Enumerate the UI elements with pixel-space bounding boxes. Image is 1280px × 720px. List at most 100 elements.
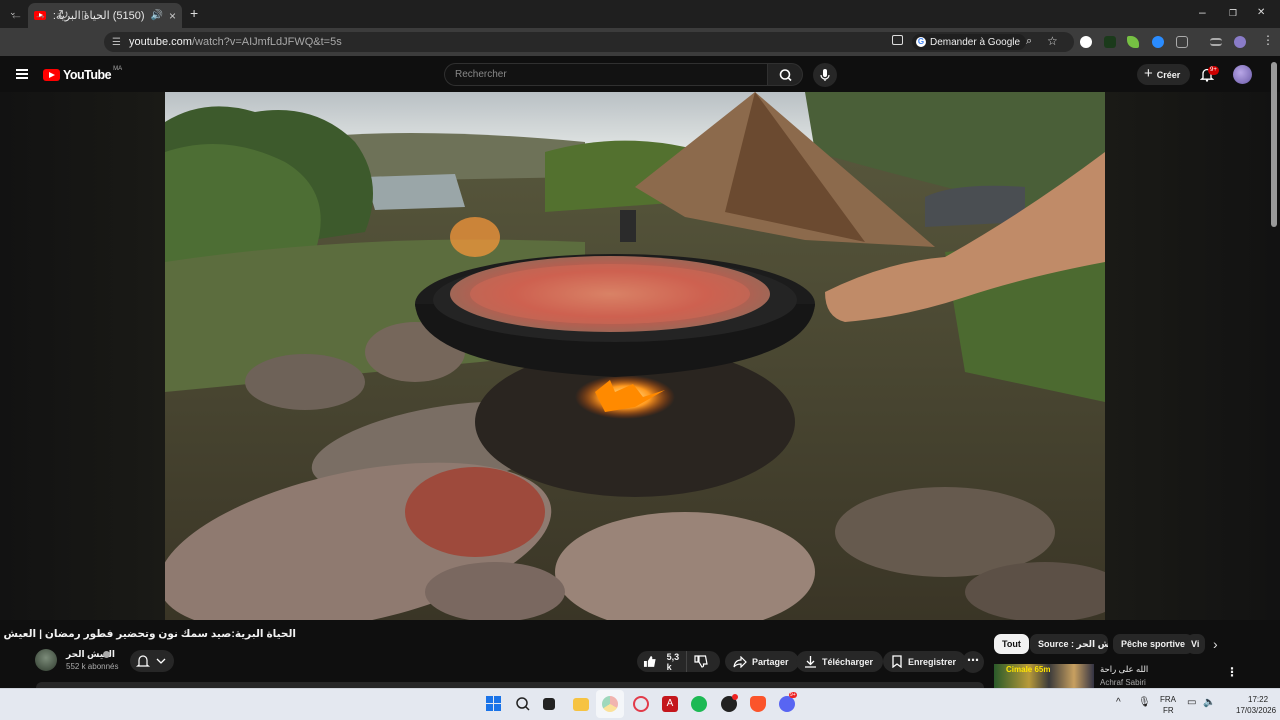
- clock-time[interactable]: 17:22: [1248, 695, 1268, 704]
- app-dark-badge: [732, 694, 738, 700]
- tray-show-hidden-icon[interactable]: ^: [1116, 697, 1121, 708]
- site-info-icon[interactable]: ☰: [112, 37, 121, 48]
- thumbs-up-icon: [643, 656, 656, 667]
- browser-tab-active[interactable]: (5150) الحياة البرية:صيد سمك 🔊 ×: [28, 3, 182, 28]
- ambient-glow-left: [0, 92, 165, 620]
- hamburger-menu-icon[interactable]: [16, 69, 28, 79]
- bell-icon: [135, 655, 166, 667]
- video-frame-campfire: [165, 92, 1105, 620]
- thumbnail-text: Cimale 65m: [1006, 665, 1051, 674]
- tray-volume-icon[interactable]: 🔈: [1203, 697, 1215, 708]
- voice-search-button[interactable]: [813, 63, 837, 87]
- save-button[interactable]: Enregistrer: [883, 651, 967, 672]
- bookmark-star-icon[interactable]: ☆: [1047, 34, 1058, 48]
- tab-close-icon[interactable]: ×: [169, 9, 176, 23]
- save-label: Enregistrer: [908, 656, 957, 667]
- task-view-icon[interactable]: [543, 698, 555, 710]
- url-host: youtube.com: [128, 36, 192, 48]
- ambient-glow-right: [1105, 92, 1280, 620]
- verified-badge-icon: [103, 651, 110, 658]
- create-button[interactable]: + Créer: [1137, 64, 1191, 85]
- install-app-icon[interactable]: [892, 35, 903, 45]
- chip-source-channel[interactable]: Source : العيش الحر: [1030, 634, 1108, 654]
- audio-playing-icon[interactable]: 🔊: [151, 10, 163, 21]
- more-actions-button[interactable]: ⋯: [962, 651, 984, 673]
- chip-videos[interactable]: Vi: [1187, 634, 1205, 654]
- youtube-play-icon: [43, 69, 60, 81]
- app-a-icon[interactable]: A: [662, 696, 678, 712]
- notifications-badge: 9+: [1208, 66, 1219, 75]
- youtube-logo[interactable]: YouTube MA: [43, 66, 123, 82]
- search-button[interactable]: [767, 63, 803, 86]
- input-language[interactable]: FRA: [1160, 695, 1176, 704]
- extension-terminal-icon[interactable]: [1104, 36, 1116, 48]
- ask-google-button[interactable]: G Demander à Google: [912, 34, 1027, 50]
- subscriber-count: 552 k abonnés: [66, 662, 119, 671]
- microphone-icon: [820, 69, 830, 81]
- recommendation-channel[interactable]: Achraf Sabiri: [1100, 678, 1146, 687]
- discord-icon[interactable]: [779, 696, 795, 712]
- channel-avatar[interactable]: [35, 649, 57, 671]
- spotify-icon[interactable]: [691, 696, 707, 712]
- country-code: MA: [113, 66, 123, 72]
- back-icon[interactable]: ←: [10, 7, 23, 22]
- reload-icon[interactable]: ↻: [58, 7, 69, 23]
- extension-openai-icon[interactable]: [1080, 36, 1092, 48]
- download-label: Télécharger: [822, 656, 874, 667]
- chip-all[interactable]: Tout: [994, 634, 1029, 654]
- minimize-button[interactable]: –: [1199, 5, 1206, 19]
- video-title: الحياة البرية:صيد سمك نون وتحضير فطور رم…: [0, 628, 296, 640]
- search-icon: [779, 69, 792, 82]
- chip-scroll-right-icon[interactable]: ›: [1213, 636, 1218, 652]
- url-path: /watch?v=AIJmfLdJFWQ&t=5s: [191, 36, 342, 48]
- zoom-icon[interactable]: ⌕: [1026, 35, 1032, 48]
- tray-microphone-icon[interactable]: 🎙: [1138, 697, 1151, 708]
- new-tab-button[interactable]: +: [190, 5, 198, 21]
- plus-icon: +: [1144, 65, 1153, 82]
- reading-list-icon[interactable]: [1210, 38, 1222, 46]
- account-avatar[interactable]: [1233, 65, 1252, 84]
- like-dislike-group: 5,3 k: [637, 651, 720, 672]
- discord-badge: 9+: [789, 692, 797, 698]
- active-app-indicator: [596, 690, 624, 718]
- split-view-icon[interactable]: ▯: [81, 8, 87, 21]
- save-playlist-icon: [892, 655, 902, 668]
- ask-google-label: Demander à Google: [930, 36, 1021, 48]
- extension-blue-icon[interactable]: [1152, 36, 1164, 48]
- windows-start-icon[interactable]: [486, 696, 502, 712]
- recommendation-title[interactable]: الله على راحة: [1100, 664, 1148, 675]
- keyboard-layout[interactable]: FR: [1163, 706, 1174, 715]
- thumbs-down-icon: [694, 655, 708, 668]
- recommendation-thumbnail[interactable]: Cimale 65m: [994, 664, 1094, 688]
- recommendation-menu-icon[interactable]: ⋮: [1226, 665, 1238, 679]
- youtube-logo-text: YouTube: [63, 68, 112, 82]
- chip-sport-fishing[interactable]: Pêche sportive: [1113, 634, 1194, 654]
- app-target-icon[interactable]: [633, 696, 649, 712]
- forward-icon[interactable]: →: [34, 7, 47, 22]
- share-button[interactable]: Partager: [725, 651, 799, 672]
- search-box[interactable]: [444, 63, 767, 86]
- tray-network-icon[interactable]: ▭: [1187, 697, 1196, 708]
- clock-date[interactable]: 17/03/2026: [1236, 706, 1276, 715]
- restore-button[interactable]: ❐: [1229, 8, 1237, 19]
- share-icon: [733, 655, 747, 668]
- create-label: Créer: [1156, 69, 1181, 80]
- download-button[interactable]: Télécharger: [796, 651, 884, 672]
- share-label: Partager: [752, 656, 789, 667]
- video-player[interactable]: [165, 92, 1105, 620]
- download-icon: [805, 656, 816, 668]
- profile-avatar-icon[interactable]: [1234, 36, 1246, 48]
- browser-menu-icon[interactable]: ⋮: [1262, 33, 1274, 47]
- taskbar-search-icon[interactable]: [515, 696, 531, 712]
- extensions-puzzle-icon[interactable]: [1176, 36, 1188, 48]
- like-button[interactable]: 5,3 k: [637, 651, 687, 672]
- file-explorer-icon[interactable]: [573, 698, 589, 711]
- dislike-button[interactable]: [687, 655, 720, 668]
- page-scrollbar[interactable]: [1271, 62, 1277, 227]
- brave-icon[interactable]: [750, 696, 766, 712]
- subscription-bell-button[interactable]: [130, 650, 174, 672]
- close-window-button[interactable]: ✕: [1257, 7, 1265, 18]
- like-count: 5,3 k: [666, 651, 680, 672]
- google-lens-icon: G: [916, 37, 926, 47]
- search-input[interactable]: [445, 64, 767, 85]
